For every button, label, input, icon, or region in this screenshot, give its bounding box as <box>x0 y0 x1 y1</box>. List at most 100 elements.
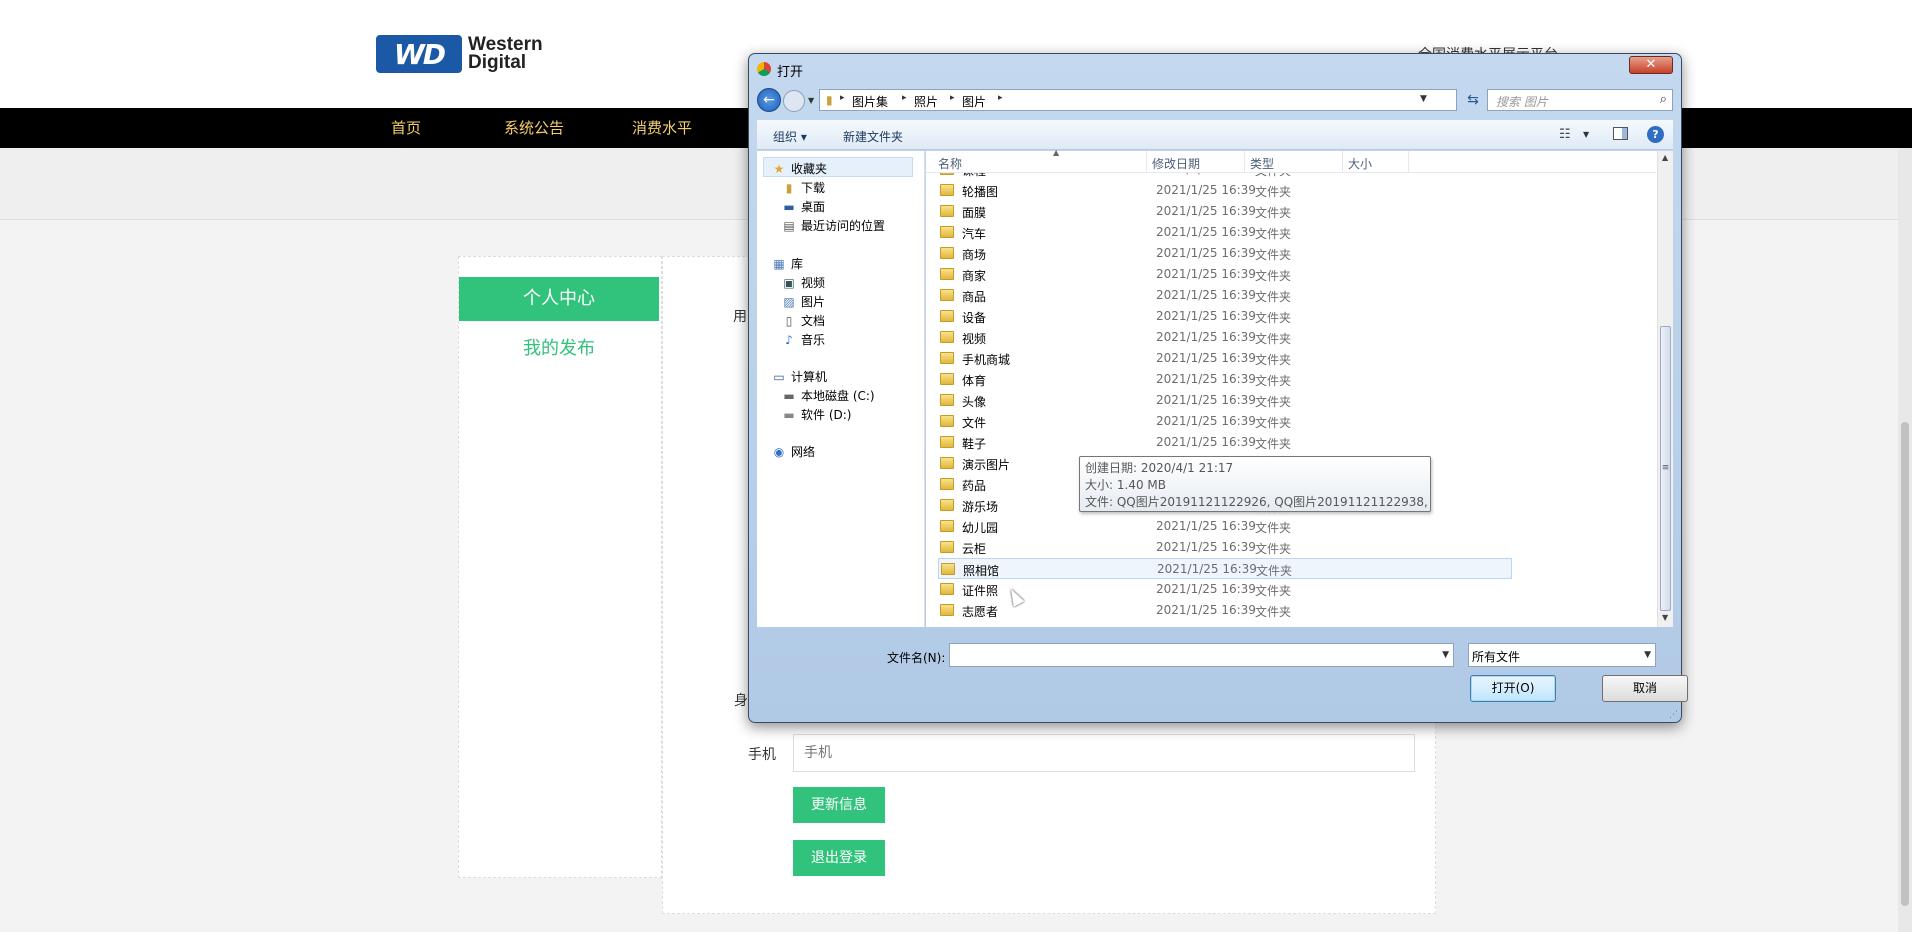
back-arrow-icon[interactable]: ← <box>757 88 781 112</box>
nav-computer[interactable]: ▭ 计算机 <box>771 368 827 385</box>
file-type: 文件夹 <box>1255 542 1292 556</box>
view-options-icon[interactable]: ☷ <box>1559 127 1571 142</box>
list-item[interactable]: 手机商城 2021/1/25 16:39 文件夹 <box>938 348 1512 369</box>
cancel-button[interactable]: 取消 <box>1602 675 1688 702</box>
breadcrumb-item[interactable]: 图片 <box>962 93 986 110</box>
column-divider[interactable] <box>1146 151 1147 173</box>
open-button[interactable]: 打开(O) <box>1470 675 1556 702</box>
nav-software-disk[interactable]: ▬ 软件 (D:) <box>781 406 851 423</box>
chevron-right-icon[interactable]: ▸ <box>950 93 955 103</box>
logout-button[interactable]: 退出登录 <box>793 840 885 876</box>
nav-consumption-level[interactable]: 消费水平 <box>632 108 692 148</box>
list-item[interactable]: 证件照 2021/1/25 16:39 文件夹 <box>938 579 1512 600</box>
list-item[interactable]: 商场 2021/1/25 16:39 文件夹 <box>938 243 1512 264</box>
filename-input[interactable]: ▼ <box>949 643 1454 667</box>
column-divider[interactable] <box>1408 151 1409 173</box>
file-name: 志愿者 <box>962 605 999 619</box>
list-item[interactable]: 照相馆 2021/1/25 16:39 文件夹 <box>938 558 1512 579</box>
sidebar-item-personal-center[interactable]: 个人中心 <box>459 277 659 321</box>
list-item[interactable]: 视频 2021/1/25 16:39 文件夹 <box>938 327 1512 348</box>
column-header-modified[interactable]: 修改日期 <box>1152 155 1200 172</box>
chevron-right-icon[interactable]: ▸ <box>902 93 907 103</box>
column-divider[interactable] <box>1342 151 1343 173</box>
list-item[interactable]: 轮播图 2021/1/25 16:39 文件夹 <box>938 180 1512 201</box>
nav-favorites[interactable]: ★ 收藏夹 <box>771 160 827 177</box>
breadcrumb-item[interactable]: 图片集 <box>852 93 888 110</box>
list-item[interactable]: 文件 2021/1/25 16:39 文件夹 <box>938 411 1512 432</box>
address-row: ← ▼ ▮ ▸ 图片集 ▸ 照片 ▸ 图片 ▸ ▼ ⇆ 搜索 图片 ⌕ <box>757 88 1673 114</box>
nav-home[interactable]: 首页 <box>391 108 421 148</box>
page-scrollbar[interactable] <box>1898 148 1912 932</box>
scroll-down-arrow-icon[interactable]: ▼ <box>1662 613 1668 622</box>
column-divider[interactable] <box>1244 151 1245 173</box>
nav-libraries[interactable]: ▦ 库 <box>771 255 803 272</box>
video-icon: ▣ <box>783 276 795 290</box>
tooltip-size: 大小: 1.40 MB <box>1085 478 1166 492</box>
tooltip-files: 文件: QQ图片20191121122926, QQ图片201911211229… <box>1085 495 1431 509</box>
nav-downloads[interactable]: ▮ 下载 <box>781 179 825 196</box>
nav-recent[interactable]: ▤ 最近访问的位置 <box>781 217 885 234</box>
nav-announcements[interactable]: 系统公告 <box>504 108 564 148</box>
refresh-icon[interactable]: ⇆ <box>1463 90 1483 110</box>
list-item[interactable]: 体育 2021/1/25 16:39 文件夹 <box>938 369 1512 390</box>
chevron-right-icon[interactable]: ▸ <box>840 93 845 103</box>
filetype-select[interactable]: 所有文件 ▼ <box>1468 643 1656 667</box>
column-headers: ▲ 名称 修改日期 类型 大小 <box>926 148 1656 173</box>
new-folder-button[interactable]: 新建文件夹 <box>843 128 903 145</box>
dialog-titlebar[interactable]: 打开 ✕ <box>749 54 1681 82</box>
list-item[interactable]: 汽车 2021/1/25 16:39 文件夹 <box>938 222 1512 243</box>
nav-computer-label: 计算机 <box>791 370 828 384</box>
breadcrumb-item[interactable]: 照片 <box>914 93 938 110</box>
list-item[interactable]: 商家 2021/1/25 16:39 文件夹 <box>938 264 1512 285</box>
list-item[interactable]: 课程 2021/1/25 16:39文件夹 <box>938 173 1512 180</box>
preview-pane-icon[interactable] <box>1613 127 1628 140</box>
user-sidebar: 个人中心 我的发布 <box>458 256 662 878</box>
nav-network[interactable]: ◉ 网络 <box>771 443 815 460</box>
column-header-type[interactable]: 类型 <box>1250 155 1274 172</box>
list-item[interactable]: 设备 2021/1/25 16:39 文件夹 <box>938 306 1512 327</box>
nav-desktop[interactable]: ▬ 桌面 <box>781 198 825 215</box>
file-list-scrollbar[interactable]: ▲ ≡ ▼ <box>1657 151 1673 627</box>
filename-label: 文件名(N): <box>887 651 946 665</box>
nav-libraries-label: 库 <box>791 257 804 271</box>
column-header-name[interactable]: 名称 <box>938 155 962 172</box>
sidebar-item-my-posts[interactable]: 我的发布 <box>459 329 659 369</box>
list-item[interactable]: 志愿者 2021/1/25 16:39 文件夹 <box>938 600 1512 621</box>
list-item[interactable]: 面膜 2021/1/25 16:39 文件夹 <box>938 201 1512 222</box>
address-dropdown-icon[interactable]: ▼ <box>1420 94 1427 104</box>
file-list-scrollbar-thumb[interactable]: ≡ <box>1660 326 1671 611</box>
nav-local-disk[interactable]: ▬ 本地磁盘 (C:) <box>781 387 874 404</box>
list-item[interactable]: 云柜 2021/1/25 16:39 文件夹 <box>938 537 1512 558</box>
phone-input[interactable] <box>793 734 1415 772</box>
folder-icon <box>940 173 954 175</box>
search-icon[interactable]: ⌕ <box>1660 92 1667 107</box>
western-digital-logo[interactable]: WD Western Digital <box>376 34 543 74</box>
chevron-right-icon[interactable]: ▸ <box>998 93 1003 103</box>
forward-arrow-icon[interactable] <box>783 90 805 112</box>
page-scrollbar-thumb[interactable] <box>1901 422 1909 906</box>
scroll-up-arrow-icon[interactable]: ▲ <box>1662 153 1668 162</box>
close-button[interactable]: ✕ <box>1629 56 1673 74</box>
help-icon[interactable]: ? <box>1647 126 1664 143</box>
view-dropdown-icon[interactable]: ▼ <box>1583 130 1589 139</box>
resize-grip-icon[interactable]: ⋰ <box>1669 710 1678 720</box>
file-modified: 2021/1/25 16:39 <box>1156 603 1256 617</box>
address-bar[interactable]: ▮ ▸ 图片集 ▸ 照片 ▸ 图片 ▸ ▼ <box>819 89 1457 111</box>
organize-button[interactable]: 组织 ▾ <box>773 128 807 145</box>
page: WD Western Digital 全国消费水平展示平台 首页 系统公告 消费… <box>0 0 1912 932</box>
id-label-partial: 身 <box>734 693 748 709</box>
nav-pictures[interactable]: ▨ 图片 <box>781 293 825 310</box>
search-input[interactable]: 搜索 图片 ⌕ <box>1487 89 1673 111</box>
nav-music[interactable]: ♪ 音乐 <box>781 331 825 348</box>
filetype-dropdown-icon[interactable]: ▼ <box>1644 650 1651 660</box>
nav-videos[interactable]: ▣ 视频 <box>781 274 825 291</box>
list-item[interactable]: 鞋子 2021/1/25 16:39 文件夹 <box>938 432 1512 453</box>
nav-documents[interactable]: ▯ 文档 <box>781 312 825 329</box>
filename-dropdown-icon[interactable]: ▼ <box>1442 650 1449 660</box>
history-dropdown-icon[interactable]: ▼ <box>808 96 814 105</box>
list-item[interactable]: 头像 2021/1/25 16:39 文件夹 <box>938 390 1512 411</box>
list-item[interactable]: 幼儿园 2021/1/25 16:39 文件夹 <box>938 516 1512 537</box>
column-header-size[interactable]: 大小 <box>1348 155 1372 172</box>
list-item[interactable]: 商品 2021/1/25 16:39 文件夹 <box>938 285 1512 306</box>
update-info-button[interactable]: 更新信息 <box>793 787 885 823</box>
